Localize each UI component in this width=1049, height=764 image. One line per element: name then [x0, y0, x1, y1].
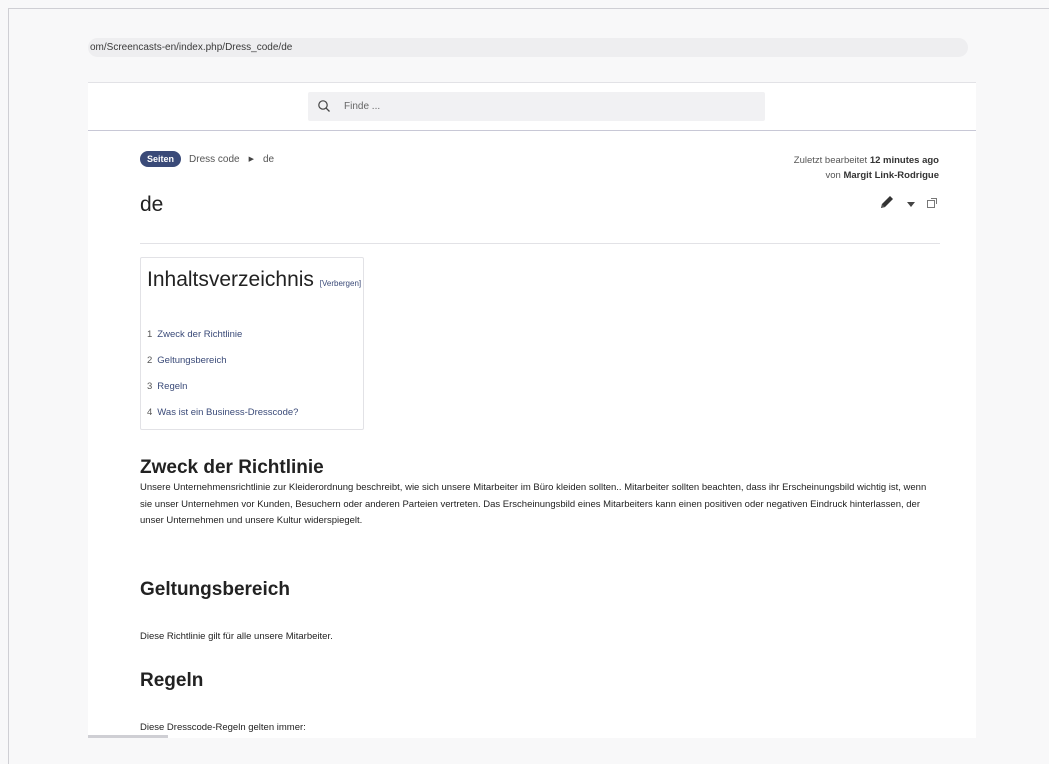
section-heading-purpose: Zweck der Richtlinie	[140, 457, 324, 478]
horizontal-scrollbar[interactable]	[88, 735, 168, 738]
search-placeholder: Finde ...	[344, 101, 381, 112]
toc-item[interactable]: 1 Zweck der Richtlinie	[147, 329, 242, 340]
section-heading-scope: Geltungsbereich	[140, 579, 290, 600]
section-text-purpose: Unsere Unternehmensrichtlinie zur Kleide…	[140, 482, 927, 526]
breadcrumb-item-dress-code[interactable]: Dress code	[189, 154, 240, 165]
title-divider	[140, 243, 940, 244]
section-heading-rules: Regeln	[140, 670, 204, 691]
section-text-scope: Diese Richtlinie gilt für alle unsere Mi…	[140, 631, 333, 642]
breadcrumb-item-de[interactable]: de	[263, 154, 274, 165]
wiki-page: Finde ... Seiten Dress code ▶ de Zuletzt…	[88, 82, 976, 738]
caret-down-icon[interactable]	[906, 196, 916, 214]
section-text-rules: Diese Dresscode-Regeln gelten immer:	[140, 722, 306, 733]
table-of-contents: Inhaltsverzeichnis [Verbergen] 1 Zweck de…	[140, 257, 364, 430]
breadcrumb-separator-icon: ▶	[248, 156, 254, 163]
toc-item[interactable]: 3 Regeln	[147, 381, 187, 392]
toc-toggle-link[interactable]: [Verbergen]	[320, 279, 361, 288]
pencil-icon[interactable]	[878, 193, 896, 216]
search-header: Finde ...	[88, 83, 976, 131]
toc-item[interactable]: 2 Geltungsbereich	[147, 355, 226, 366]
edited-time: 12 minutes ago	[869, 155, 939, 166]
external-window-icon[interactable]	[926, 196, 938, 214]
url-bar[interactable]: om/Screencasts-en/index.php/Dress_code/d…	[88, 38, 968, 57]
last-edited-info: Zuletzt bearbeitet 12 minutes ago von Ma…	[794, 153, 939, 183]
page-tools	[878, 193, 938, 216]
namespace-badge[interactable]: Seiten	[140, 151, 182, 167]
edited-author[interactable]: Margit Link-Rodrigue	[843, 170, 939, 181]
toc-item[interactable]: 4 Was ist ein Business-Dresscode?	[147, 407, 298, 418]
page-title: de	[140, 193, 164, 216]
search-input[interactable]: Finde ...	[308, 92, 765, 121]
breadcrumb: Seiten Dress code ▶ de	[140, 151, 274, 167]
search-icon	[317, 99, 331, 118]
edited-prefix: Zuletzt bearbeitet	[793, 155, 868, 166]
toc-title: Inhaltsverzeichnis [Verbergen]	[147, 268, 362, 291]
edited-by-prefix: von	[825, 170, 841, 181]
